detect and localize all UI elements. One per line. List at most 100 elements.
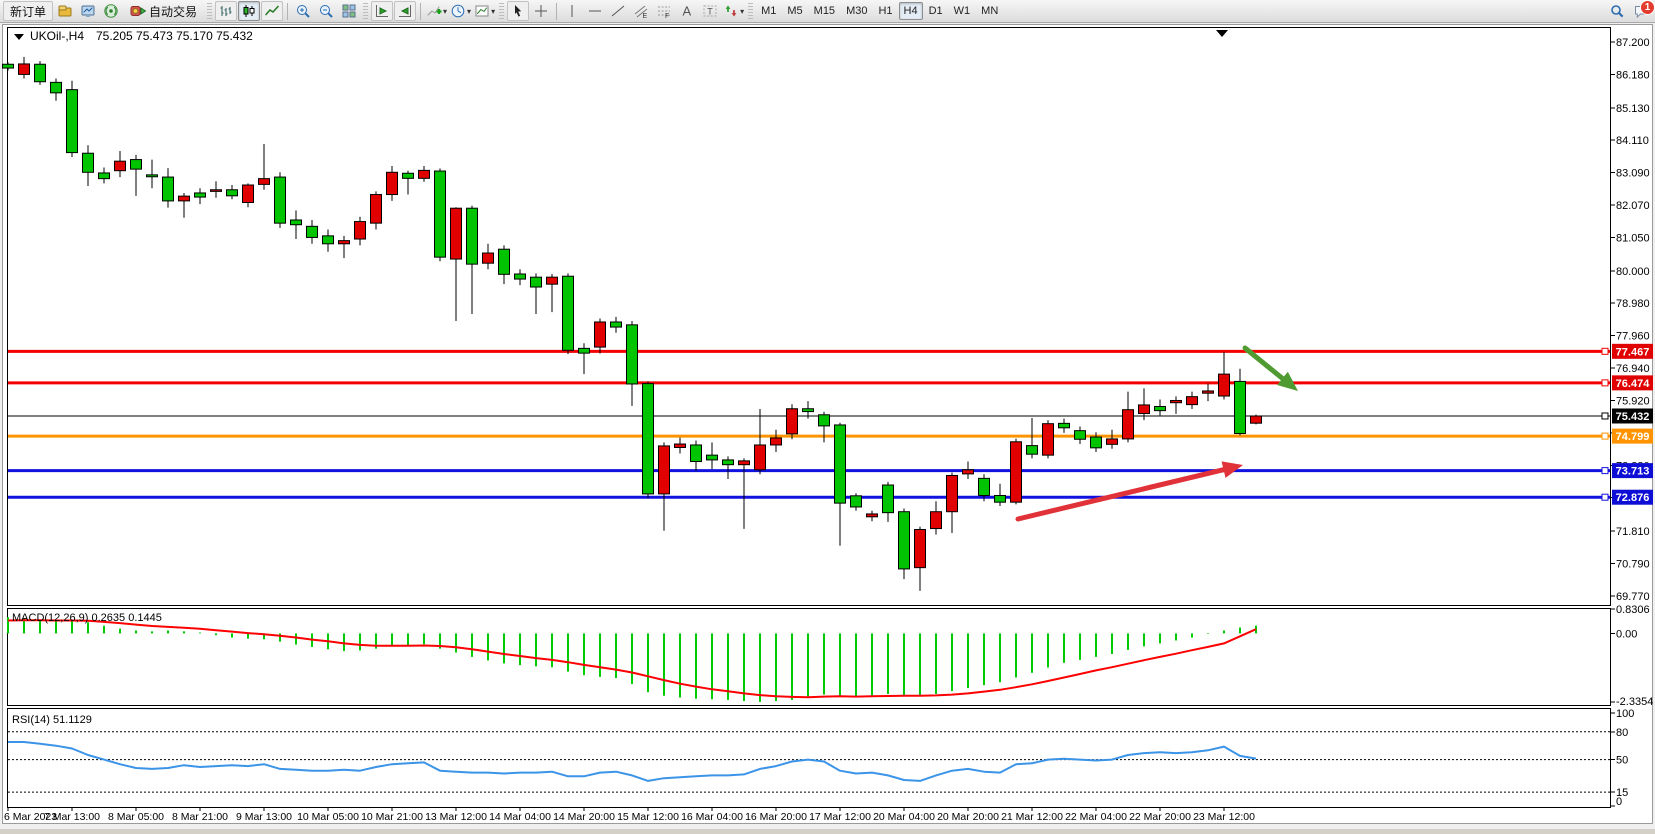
trendline-button[interactable] — [607, 1, 629, 21]
cursor-button[interactable] — [507, 1, 529, 21]
timeframe-h1-button[interactable]: H1 — [873, 2, 897, 20]
timeframe-m30-button[interactable]: M30 — [841, 2, 872, 20]
chevron-down-icon: ▾ — [443, 7, 447, 16]
price-tick-label: 80.000 — [1616, 266, 1650, 278]
price-tick-label: 76.940 — [1616, 363, 1650, 375]
chart-shift-icon — [397, 3, 413, 19]
time-tick-label: 22 Mar 20:00 — [1129, 811, 1191, 823]
rsi-label: RSI(14) 51.1129 — [12, 714, 92, 726]
equidistant-channel-button[interactable]: E — [630, 1, 652, 21]
macd-axis-label: 0.00 — [1616, 628, 1637, 640]
price-tag-label: 74.799 — [1616, 431, 1650, 443]
timeframe-m1-button[interactable]: M1 — [756, 2, 781, 20]
time-tick-label: 9 Mar 13:00 — [236, 811, 292, 823]
price-tick-label: 82.070 — [1616, 200, 1650, 212]
text-label-button[interactable]: T — [699, 1, 721, 21]
svg-text:F: F — [665, 13, 669, 19]
horizontal-line-button[interactable] — [584, 1, 606, 21]
tile-windows-icon — [341, 3, 357, 19]
zoom-out-button[interactable] — [315, 1, 337, 21]
auto-scroll-icon — [374, 3, 390, 19]
text-button[interactable]: A — [676, 1, 698, 21]
chart-title: UKOil-,H475.205 75.473 75.170 75.432 — [14, 29, 253, 43]
zoom-in-button[interactable] — [292, 1, 314, 21]
periods-button[interactable]: ▾ — [449, 1, 472, 21]
candlestick-chart-button[interactable] — [238, 1, 260, 21]
chart-title-ohlc: 75.205 75.473 75.170 75.432 — [96, 29, 253, 43]
main-toolbar: 新订单自动交易▾▾▾EFAT▾M1M5M15M30H1H4D1W1MN1 — [0, 0, 1655, 23]
price-tag-label: 76.474 — [1616, 378, 1651, 390]
bar-chart-icon — [218, 3, 234, 19]
price-tag-label: 72.876 — [1616, 492, 1650, 504]
market-watch-button[interactable] — [54, 1, 76, 21]
time-tick-label: 14 Mar 04:00 — [489, 811, 551, 823]
signals-icon — [103, 3, 119, 19]
new-order-button[interactable]: 新订单 — [3, 1, 53, 21]
new-order-label: 新订单 — [10, 3, 46, 20]
time-tick-label: 22 Mar 04:00 — [1065, 811, 1127, 823]
macd-axis-label: 0.8306 — [1616, 604, 1650, 616]
price-tick-label: 81.050 — [1616, 232, 1650, 244]
time-tick-label: 16 Mar 04:00 — [681, 811, 743, 823]
price-tick-label: 78.980 — [1616, 298, 1650, 310]
vertical-line-button[interactable] — [561, 1, 583, 21]
signals-button[interactable] — [100, 1, 122, 21]
time-tick-label: 8 Mar 21:00 — [172, 811, 228, 823]
toolbar-separator — [363, 3, 368, 19]
indicators-button[interactable]: ▾ — [425, 1, 448, 21]
macd-axis-label: -2.3354 — [1616, 696, 1653, 708]
time-tick-label: 10 Mar 05:00 — [297, 811, 359, 823]
toolbar-separator — [556, 3, 557, 20]
price-tick-label: 87.200 — [1616, 37, 1650, 49]
search-button[interactable] — [1606, 1, 1628, 21]
price-tick-label: 69.770 — [1616, 591, 1650, 603]
timeframe-h4-button[interactable]: H4 — [899, 2, 923, 20]
price-tick-label: 70.790 — [1616, 559, 1650, 571]
price-tick-label: 75.920 — [1616, 395, 1650, 407]
chevron-down-icon: ▾ — [467, 7, 471, 16]
time-tick-label: 20 Mar 04:00 — [873, 811, 935, 823]
chart-shift-button[interactable] — [394, 1, 416, 21]
timeframe-d1-button[interactable]: D1 — [924, 2, 948, 20]
chart-window-button[interactable] — [77, 1, 99, 21]
market-watch-icon — [57, 3, 73, 19]
timeframe-w1-button[interactable]: W1 — [949, 2, 976, 20]
toolbar-separator — [748, 3, 753, 19]
zoom-in-icon — [295, 3, 311, 19]
autotrading-button[interactable]: 自动交易 — [123, 1, 204, 21]
time-tick-label: 7 Mar 13:00 — [44, 811, 100, 823]
periods-icon — [450, 3, 466, 19]
price-tick-label: 85.130 — [1616, 103, 1650, 115]
time-tick-label: 17 Mar 12:00 — [809, 811, 871, 823]
bar-chart-button[interactable] — [215, 1, 237, 21]
toolbar-separator — [499, 3, 504, 19]
chart-window: 87.20086.18085.13084.11083.09082.07081.0… — [0, 23, 1655, 829]
timeframe-mn-button[interactable]: MN — [976, 2, 1003, 20]
indicators-icon — [426, 3, 442, 19]
auto-scroll-button[interactable] — [371, 1, 393, 21]
autotrading-label: 自动交易 — [149, 3, 197, 20]
svg-text:A: A — [683, 4, 692, 19]
crosshair-icon — [533, 3, 549, 19]
cursor-icon — [510, 3, 526, 19]
notifications-button[interactable]: 1 — [1630, 1, 1652, 21]
chevron-down-icon: ▾ — [491, 7, 495, 16]
time-tick-label: 23 Mar 12:00 — [1193, 811, 1255, 823]
tile-windows-button[interactable] — [338, 1, 360, 21]
horizontal-line-icon — [587, 3, 603, 19]
text-icon: A — [679, 3, 695, 19]
timeframe-m15-button[interactable]: M15 — [809, 2, 840, 20]
templates-button[interactable]: ▾ — [473, 1, 496, 21]
rsi-axis-label: 80 — [1616, 727, 1628, 739]
fibonacci-button[interactable]: F — [653, 1, 675, 21]
time-tick-label: 10 Mar 21:00 — [361, 811, 423, 823]
crosshair-button[interactable] — [530, 1, 552, 21]
line-chart-icon — [264, 3, 280, 19]
text-label-icon: T — [702, 3, 718, 19]
timeframe-m5-button[interactable]: M5 — [782, 2, 807, 20]
arrows-button[interactable]: ▾ — [722, 1, 745, 21]
trendline-icon — [610, 3, 626, 19]
chart-window-icon — [80, 3, 96, 19]
time-tick-label: 14 Mar 20:00 — [553, 811, 615, 823]
line-chart-button[interactable] — [261, 1, 283, 21]
